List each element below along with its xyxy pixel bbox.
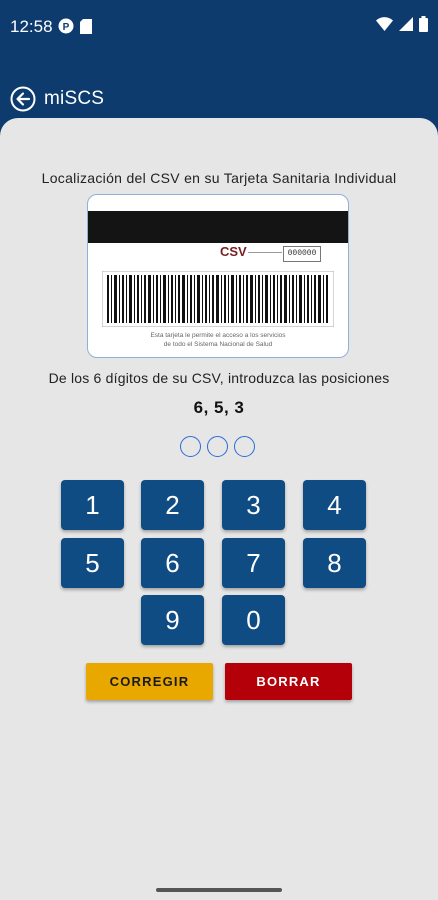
borrar-button[interactable]: BORRAR [225, 663, 352, 700]
wifi-icon [376, 17, 393, 36]
card-text-line1: Esta tarjeta le permite el acceso a los … [150, 332, 286, 339]
pin-dot [234, 436, 255, 457]
positions-text: 6, 5, 3 [193, 398, 245, 417]
key-4[interactable]: 4 [303, 480, 366, 530]
key-6[interactable]: 6 [141, 538, 204, 588]
card-text-line2: de todo el Sistema Nacional de Salud [163, 341, 273, 348]
instruction-text: De los 6 dígitos de su CSV, introduzca l… [48, 370, 390, 386]
health-card-image: CSV 000000 Esta tarjeta le permite el ac… [87, 194, 349, 358]
pin-dot [180, 436, 201, 457]
csv-pointer-line [248, 252, 282, 253]
app-bar: miSCS [0, 54, 438, 124]
key-5[interactable]: 5 [61, 538, 124, 588]
status-right-icons [376, 16, 428, 37]
key-0[interactable]: 0 [222, 595, 285, 645]
battery-icon [419, 16, 428, 37]
pin-dot [207, 436, 228, 457]
svg-text:P: P [63, 22, 70, 33]
back-arrow-icon[interactable] [10, 86, 36, 112]
signal-icon [399, 17, 413, 36]
sd-card-icon [80, 18, 92, 39]
card-location-title: Localización del CSV en su Tarjeta Sanit… [41, 170, 397, 186]
key-2[interactable]: 2 [141, 480, 204, 530]
key-1[interactable]: 1 [61, 480, 124, 530]
status-time: 12:58 [10, 17, 53, 36]
csv-label: CSV [220, 244, 247, 259]
card-text: Esta tarjeta le permite el acceso a los … [88, 331, 348, 349]
navigation-bar [0, 886, 438, 900]
home-gesture-handle[interactable] [156, 888, 282, 892]
key-9[interactable]: 9 [141, 595, 204, 645]
main-content: Localización del CSV en su Tarjeta Sanit… [0, 118, 438, 886]
app-title: miSCS [44, 88, 105, 109]
status-left-icons: P [58, 18, 92, 39]
pin-dots [180, 436, 255, 457]
barcode [102, 271, 334, 327]
corregir-button[interactable]: CORREGIR [86, 663, 213, 700]
notification-app-icon: P [58, 18, 74, 39]
key-7[interactable]: 7 [222, 538, 285, 588]
csv-box: 000000 [283, 246, 321, 262]
key-8[interactable]: 8 [303, 538, 366, 588]
status-bar: 12:58 P [0, 0, 438, 54]
magnetic-stripe [88, 211, 348, 243]
key-3[interactable]: 3 [222, 480, 285, 530]
